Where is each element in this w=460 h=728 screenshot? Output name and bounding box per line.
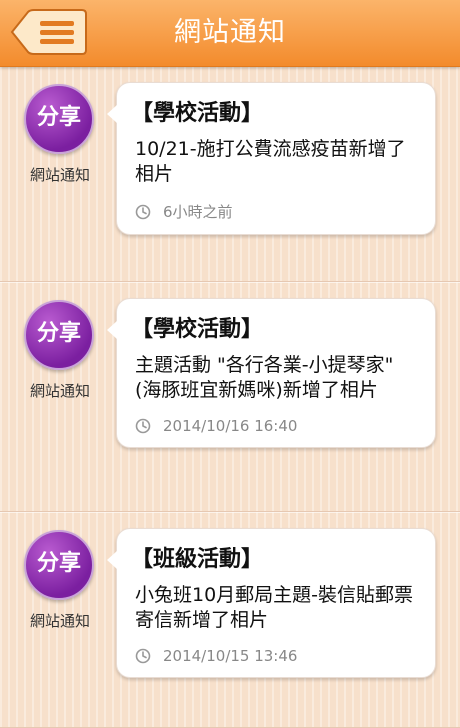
notification-source: 網站通知	[29, 382, 90, 400]
notification-message: 10/21-施打公費流感疫苗新增了相片	[135, 138, 406, 185]
notification-feed: 分享 網站通知 【學校活動】 10/21-施打公費流感疫苗新增了相片 6小時之前…	[0, 66, 460, 728]
notification-card[interactable]: 【學校活動】 10/21-施打公費流感疫苗新增了相片 6小時之前	[107, 82, 436, 235]
top-bar: 網站通知	[0, 0, 460, 67]
notification-meta: 2014/10/15 13:46	[135, 647, 417, 665]
share-badge-icon: 分享	[24, 300, 94, 370]
notification-category: 【學校活動】	[131, 101, 264, 126]
notification-category: 【班級活動】	[131, 547, 264, 572]
menu-button[interactable]	[10, 8, 88, 56]
notification-category: 【學校活動】	[131, 317, 264, 342]
clock-icon	[135, 418, 151, 434]
share-badge-icon: 分享	[24, 530, 94, 600]
notification-item[interactable]: 分享 網站通知 【班級活動】 小兔班10月郵局主題-裝信貼郵票寄信新增了相片 2…	[0, 512, 460, 728]
notification-meta: 6小時之前	[135, 201, 417, 222]
notification-card[interactable]: 【班級活動】 小兔班10月郵局主題-裝信貼郵票寄信新增了相片 2014/10/1…	[107, 528, 436, 678]
notification-source: 網站通知	[29, 612, 90, 630]
clock-icon	[135, 648, 151, 664]
notification-card[interactable]: 【學校活動】 主題活動 "各行各業-小提琴家" (海豚班宜新媽咪)新增了相片 2…	[107, 298, 436, 448]
notification-time: 6小時之前	[163, 203, 233, 221]
notification-meta: 2014/10/16 16:40	[135, 417, 417, 435]
notification-time: 2014/10/15 13:46	[163, 647, 298, 665]
notification-message: 主題活動 "各行各業-小提琴家" (海豚班宜新媽咪)新增了相片	[135, 354, 394, 401]
share-badge-icon: 分享	[24, 84, 94, 154]
notification-source: 網站通知	[29, 166, 90, 184]
clock-icon	[135, 204, 151, 219]
notification-message: 小兔班10月郵局主題-裝信貼郵票寄信新增了相片	[135, 584, 414, 631]
hamburger-menu-icon	[10, 9, 87, 55]
notification-item[interactable]: 分享 網站通知 【學校活動】 主題活動 "各行各業-小提琴家" (海豚班宜新媽咪…	[0, 282, 460, 512]
notification-item[interactable]: 分享 網站通知 【學校活動】 10/21-施打公費流感疫苗新增了相片 6小時之前	[0, 66, 460, 282]
notification-time: 2014/10/16 16:40	[163, 417, 298, 435]
